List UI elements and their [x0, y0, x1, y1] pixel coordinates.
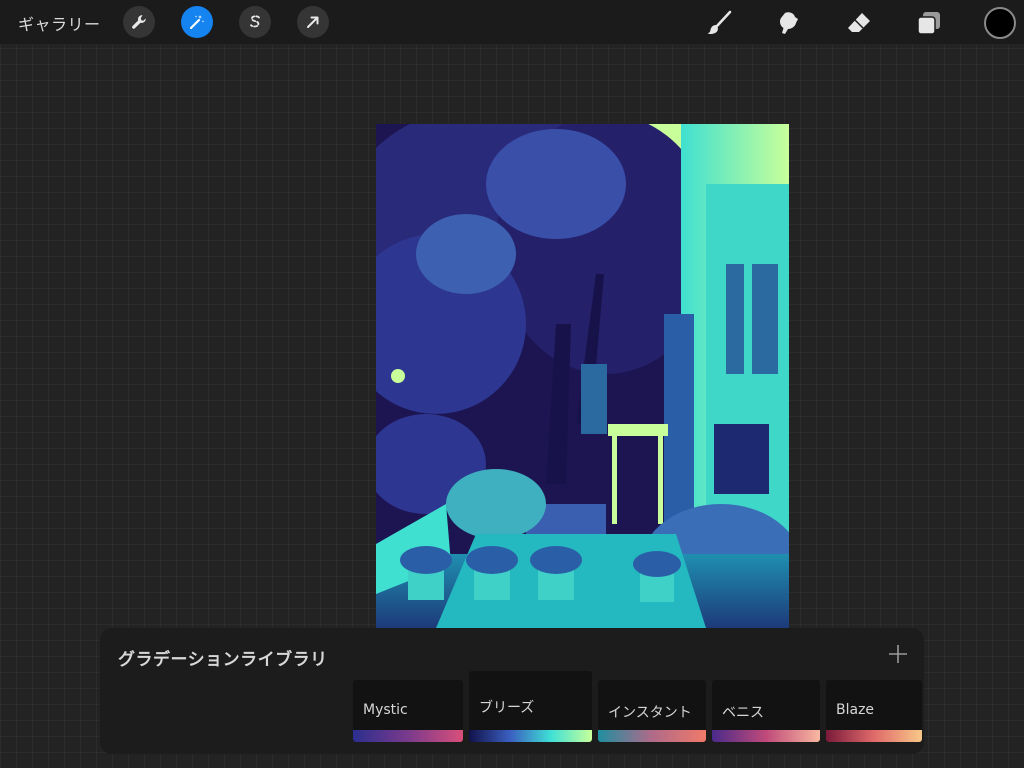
- adjustments-button[interactable]: [181, 6, 213, 38]
- plus-icon[interactable]: [886, 642, 910, 666]
- wrench-icon: [132, 15, 146, 29]
- smudge-icon: [779, 12, 798, 35]
- layers-icon: [917, 12, 940, 35]
- gradient-name: Blaze: [836, 702, 875, 718]
- gradient-preview-bar: [826, 730, 922, 742]
- gallery-button[interactable]: ギャラリー: [18, 11, 101, 35]
- top-toolbar: ギャラリー: [0, 0, 1024, 44]
- gradient-preview-bar: [712, 730, 820, 742]
- gradient-name: インスタント: [608, 705, 692, 721]
- gradient-name: ブリーズ: [479, 700, 535, 716]
- gradient-card-breeze[interactable]: ブリーズ: [469, 671, 592, 742]
- gradient-card-instant[interactable]: インスタント: [598, 680, 706, 742]
- gradient-card-blaze[interactable]: Blaze: [826, 680, 922, 742]
- arrow-cursor-icon: [307, 16, 319, 28]
- transform-button[interactable]: [297, 6, 329, 38]
- gradient-preview-bar: [598, 730, 706, 742]
- color-swatch-button[interactable]: [984, 7, 1016, 39]
- selection-button[interactable]: [239, 6, 271, 38]
- smudge-button[interactable]: [774, 8, 804, 38]
- panel-title: グラデーションライブラリ: [118, 650, 328, 670]
- gradient-library-panel: グラデーションライブラリ Mystic ブリーズ インスタント ベニス Blaz…: [100, 628, 924, 754]
- eraser-button[interactable]: [844, 8, 874, 38]
- gradient-preview-bar: [353, 730, 463, 742]
- layers-button[interactable]: [914, 8, 944, 38]
- gradient-map-photo: [376, 124, 789, 628]
- eraser-icon: [848, 13, 870, 32]
- actions-button[interactable]: [123, 6, 155, 38]
- selection-s-icon: [250, 15, 260, 28]
- gradient-name: Mystic: [363, 702, 408, 718]
- gradient-card-mystic[interactable]: Mystic: [353, 680, 463, 742]
- brush-button[interactable]: [704, 8, 734, 38]
- brush-icon: [707, 10, 732, 34]
- canvas-artwork[interactable]: [376, 124, 789, 628]
- magic-wand-icon: [189, 15, 205, 30]
- gradient-preview-bar: [469, 730, 592, 742]
- gradient-name: ベニス: [722, 705, 764, 721]
- gradient-card-venice[interactable]: ベニス: [712, 680, 820, 742]
